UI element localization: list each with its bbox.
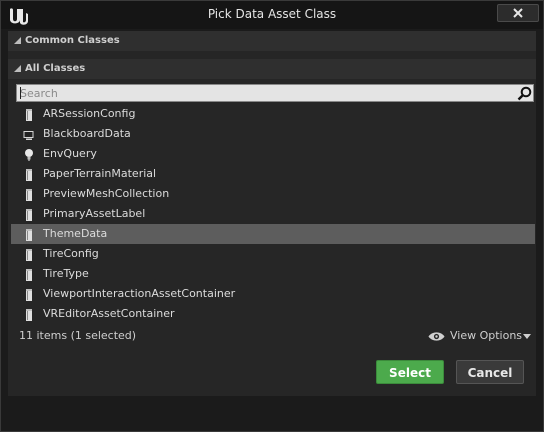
collapse-arrow-icon <box>14 37 21 44</box>
class-list-item[interactable]: PreviewMeshCollection <box>11 184 535 204</box>
data-asset-icon <box>22 307 36 321</box>
dialog-title: Pick Data Asset Class <box>207 7 337 21</box>
lightbulb-icon <box>22 147 36 161</box>
class-list-item-label: VREditorAssetContainer <box>43 307 175 320</box>
class-list-item[interactable]: ARSessionConfig <box>11 104 535 124</box>
class-list-item[interactable]: PrimaryAssetLabel <box>11 204 535 224</box>
view-options-button[interactable]: View Options <box>428 329 532 345</box>
class-list-item[interactable]: TireType <box>11 264 535 284</box>
data-asset-icon <box>22 227 36 241</box>
data-asset-icon <box>22 187 36 201</box>
all-classes-label: All Classes <box>25 63 86 74</box>
data-asset-icon <box>22 207 36 221</box>
data-asset-icon <box>22 267 36 281</box>
all-classes-header[interactable]: All Classes <box>8 59 536 79</box>
text-cursor <box>20 87 21 99</box>
title-bar[interactable]: Pick Data Asset Class <box>1 1 543 29</box>
item-count-status: 11 items (1 selected) <box>19 329 137 342</box>
class-list-item-label: TireConfig <box>43 247 99 260</box>
class-list-item[interactable]: ThemeData <box>11 224 535 244</box>
monitor-icon <box>22 127 36 141</box>
data-asset-icon <box>22 247 36 261</box>
class-list-item-label: PaperTerrainMaterial <box>43 167 157 180</box>
search-input[interactable] <box>20 85 500 101</box>
search-icon[interactable] <box>517 86 532 101</box>
cancel-button[interactable]: Cancel <box>456 360 524 384</box>
data-asset-icon <box>22 287 36 301</box>
class-list-item[interactable]: BlackboardData <box>11 124 535 144</box>
pick-data-asset-class-dialog: Pick Data Asset Class Common Classes All… <box>0 0 544 432</box>
data-asset-icon <box>22 107 36 121</box>
close-icon <box>513 8 523 18</box>
chevron-down-icon <box>523 334 531 339</box>
class-list-item[interactable]: ViewportInteractionAssetContainer <box>11 284 535 304</box>
class-list-item-label: ThemeData <box>43 227 108 240</box>
dialog-content: Common Classes All Classes ARSessionConf… <box>8 31 536 396</box>
class-list-item-label: BlackboardData <box>43 127 131 140</box>
class-list-item-label: ARSessionConfig <box>43 107 136 120</box>
class-list-item[interactable]: TireConfig <box>11 244 535 264</box>
class-list-item-label: PreviewMeshCollection <box>43 187 170 200</box>
class-list-item-label: ViewportInteractionAssetContainer <box>43 287 236 300</box>
close-button[interactable] <box>497 4 539 22</box>
view-options-label: View Options <box>450 329 523 342</box>
data-asset-icon <box>22 167 36 181</box>
class-list-item[interactable]: PaperTerrainMaterial <box>11 164 535 184</box>
class-list-item[interactable]: VREditorAssetContainer <box>11 304 535 324</box>
common-classes-header[interactable]: Common Classes <box>8 31 536 51</box>
search-field[interactable] <box>16 84 534 102</box>
common-classes-label: Common Classes <box>25 35 120 46</box>
eye-icon <box>428 332 445 341</box>
class-list-item-label: TireType <box>43 267 89 280</box>
select-button[interactable]: Select <box>376 360 444 384</box>
class-list-item-label: EnvQuery <box>43 147 97 160</box>
class-list-item-label: PrimaryAssetLabel <box>43 207 146 220</box>
collapse-arrow-icon <box>14 65 21 72</box>
class-list-item[interactable]: EnvQuery <box>11 144 535 164</box>
